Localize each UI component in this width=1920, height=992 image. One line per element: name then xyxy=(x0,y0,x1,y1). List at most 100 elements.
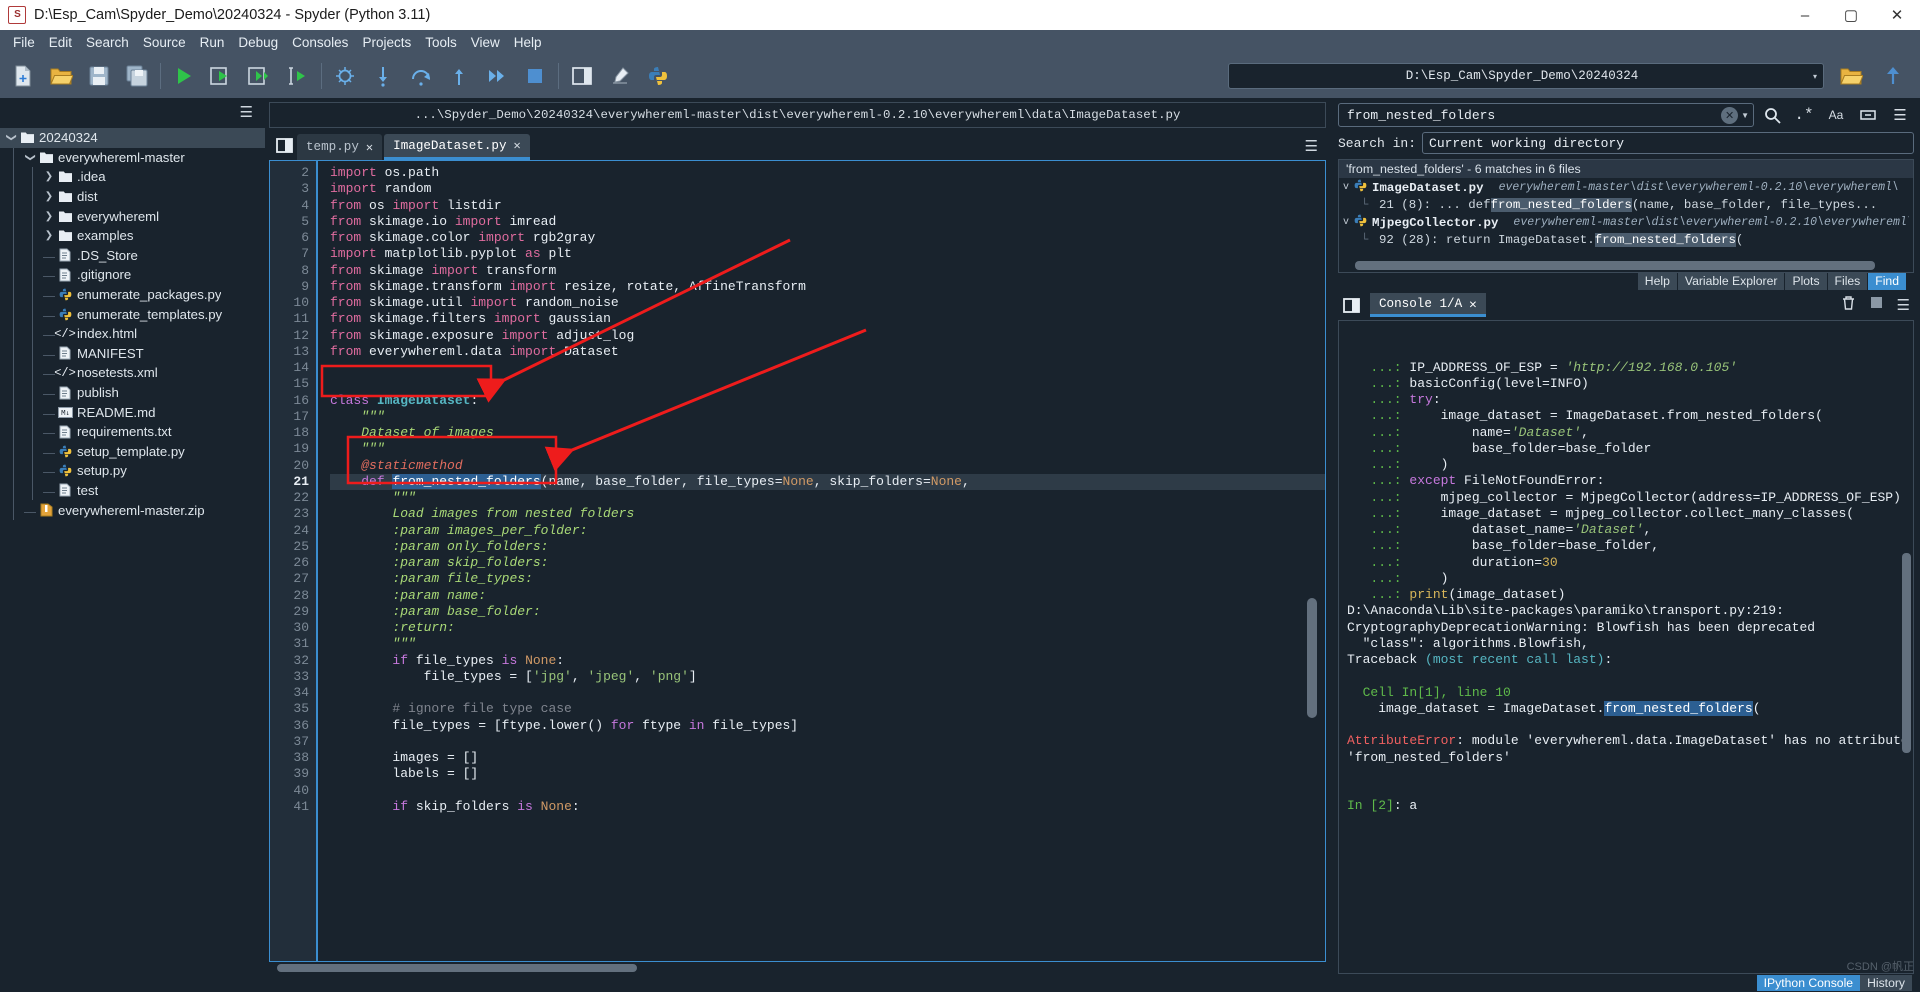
scrollbar-thumb[interactable] xyxy=(1307,598,1317,718)
tree-item-dist[interactable]: ❯ dist xyxy=(0,186,265,207)
tree-item--gitignore[interactable]: .gitignore xyxy=(0,265,265,285)
code-line[interactable] xyxy=(330,360,1325,376)
code-line[interactable]: # ignore file type case xyxy=(330,701,1325,717)
tab-help[interactable]: Help xyxy=(1637,273,1677,290)
code-line[interactable]: :param skip_folders: xyxy=(330,555,1325,571)
tree-item-readme-md[interactable]: M↓ README.md xyxy=(0,402,265,422)
preferences-icon[interactable] xyxy=(601,57,639,95)
search-in-combo[interactable]: Current working directory xyxy=(1422,132,1914,154)
tree-item-everywhereml-master-zip[interactable]: everywhereml-master.zip xyxy=(0,500,265,520)
save-all-icon[interactable] xyxy=(118,57,156,95)
menu-projects[interactable]: Projects xyxy=(355,33,418,52)
chevron-right-icon[interactable]: ❯ xyxy=(42,171,56,182)
code-line[interactable]: def from_nested_folders(name, base_folde… xyxy=(330,473,1325,490)
tree-item-nosetests-xml[interactable]: </> nosetests.xml xyxy=(0,363,265,383)
hamburger-icon[interactable]: ☰ xyxy=(240,105,253,120)
run-cell-advance-icon[interactable] xyxy=(241,57,279,95)
open-file-icon[interactable] xyxy=(42,57,80,95)
code-line[interactable]: Dataset of images xyxy=(330,425,1325,441)
code-line[interactable]: from skimage.color import rgb2gray xyxy=(330,230,1325,246)
tree-item-enumerate-templates-py[interactable]: enumerate_templates.py xyxy=(0,304,265,324)
code-line[interactable]: :return: xyxy=(330,620,1325,636)
code-line[interactable] xyxy=(330,783,1325,799)
tree-item-setup-template-py[interactable]: setup_template.py xyxy=(0,441,265,462)
tab-files[interactable]: Files xyxy=(1827,273,1868,290)
console-tab-1a[interactable]: Console 1/A ✕ xyxy=(1370,293,1486,317)
tree-item-examples[interactable]: ❯ examples xyxy=(0,225,265,246)
find-results-list[interactable]: 'from_nested_folders' - 6 matches in 6 f… xyxy=(1338,159,1914,273)
scrollbar-thumb[interactable] xyxy=(277,964,637,972)
code-line[interactable]: from skimage.io import imread xyxy=(330,214,1325,230)
tree-item-20240324[interactable]: ❯ 20240324 xyxy=(0,128,265,148)
step-over-icon[interactable] xyxy=(402,57,440,95)
menu-file[interactable]: File xyxy=(6,33,42,52)
find-toolbar[interactable]: from_nested_folders ✕ ▼ .* Aa ☰ xyxy=(1338,102,1914,128)
chevron-right-icon[interactable]: ❯ xyxy=(42,230,56,241)
whole-word-icon[interactable] xyxy=(1854,103,1882,127)
code-line[interactable]: class ImageDataset: xyxy=(330,393,1325,409)
chevron-down-icon[interactable]: ❯ xyxy=(6,131,17,145)
code-line[interactable]: from skimage.filters import gaussian xyxy=(330,311,1325,327)
code-text[interactable]: import os.path import random from os impor… xyxy=(318,161,1325,961)
editor-tab-imagedataset[interactable]: ImageDataset.py ✕ xyxy=(384,134,530,160)
find-results-horizontal-scrollbar[interactable] xyxy=(1345,261,1907,270)
code-line[interactable]: file_types = ['jpg', 'jpeg', 'png'] xyxy=(330,669,1325,685)
close-button[interactable]: ✕ xyxy=(1874,0,1920,30)
code-line[interactable]: from skimage import transform xyxy=(330,263,1325,279)
code-line[interactable]: from os import listdir xyxy=(330,198,1325,214)
tab-find[interactable]: Find xyxy=(1868,273,1906,290)
menu-tools[interactable]: Tools xyxy=(418,33,464,52)
chevron-right-icon[interactable]: ❯ xyxy=(42,211,56,222)
tree-item-setup-py[interactable]: setup.py xyxy=(0,461,265,481)
editor-tab-temp[interactable]: temp.py ✕ xyxy=(297,134,383,160)
close-icon[interactable]: ✕ xyxy=(514,138,521,153)
search-in-row[interactable]: Search in: Current working directory xyxy=(1338,131,1914,155)
chevron-down-icon[interactable]: v xyxy=(1343,217,1349,228)
remove-icon[interactable] xyxy=(1841,295,1856,316)
code-line[interactable]: Load images from nested folders xyxy=(330,506,1325,522)
code-line[interactable]: """ xyxy=(330,490,1325,506)
menu-bar[interactable]: File Edit Search Source Run Debug Consol… xyxy=(0,30,1920,54)
browse-working-dir-icon[interactable] xyxy=(1832,57,1870,95)
stop-debug-icon[interactable] xyxy=(516,57,554,95)
code-line[interactable]: from skimage.transform import resize, ro… xyxy=(330,279,1325,295)
code-line[interactable]: if skip_folders is None: xyxy=(330,799,1325,815)
find-result-file[interactable]: v ImageDataset.py everywhereml-master\di… xyxy=(1339,178,1913,197)
menu-edit[interactable]: Edit xyxy=(42,33,79,52)
menu-consoles[interactable]: Consoles xyxy=(285,33,355,52)
code-line[interactable] xyxy=(330,685,1325,701)
menu-run[interactable]: Run xyxy=(193,33,232,52)
tab-plots[interactable]: Plots xyxy=(1785,273,1827,290)
code-line[interactable]: images = [] xyxy=(330,750,1325,766)
chevron-down-icon[interactable]: v xyxy=(1343,182,1349,193)
step-return-icon[interactable] xyxy=(440,57,478,95)
working-directory-combo[interactable]: D:\Esp_Cam\Spyder_Demo\20240324 ▾ xyxy=(1228,63,1824,89)
browse-tabs-icon[interactable] xyxy=(271,130,297,160)
tree-item--ds-store[interactable]: .DS_Store xyxy=(0,245,265,266)
chevron-down-icon[interactable]: ❯ xyxy=(25,150,36,164)
right-pane-tabs[interactable]: Help Variable Explorer Plots Files Find xyxy=(1338,273,1914,290)
clear-x-icon[interactable]: ✕ xyxy=(1721,106,1739,124)
code-line[interactable]: :param base_folder: xyxy=(330,604,1325,620)
tab-history[interactable]: History xyxy=(1860,975,1912,991)
code-line[interactable]: from skimage.util import random_noise xyxy=(330,295,1325,311)
python-path-icon[interactable] xyxy=(639,57,677,95)
code-line[interactable] xyxy=(330,734,1325,750)
code-line[interactable]: if file_types is None: xyxy=(330,653,1325,669)
browse-tabs-icon[interactable] xyxy=(1338,290,1364,320)
tab-variable-explorer[interactable]: Variable Explorer xyxy=(1677,273,1785,290)
code-editor[interactable]: 2 3 4 5 6 7 8 9 10 11 12 13 14 15 16 17 18 19 20 21 22 23 24 25… xyxy=(269,160,1326,962)
parent-dir-icon[interactable] xyxy=(1874,57,1912,95)
find-search-input[interactable]: from_nested_folders ✕ ▼ xyxy=(1338,103,1754,127)
run-selection-icon[interactable] xyxy=(279,57,317,95)
code-line[interactable]: import random xyxy=(330,181,1325,197)
console-options-hamburger-icon[interactable]: ☰ xyxy=(1897,298,1910,313)
minimize-button[interactable]: – xyxy=(1782,0,1828,30)
editor-vertical-scrollbar[interactable] xyxy=(1307,223,1317,945)
tree-item-index-html[interactable]: </> index.html xyxy=(0,323,265,344)
scrollbar-thumb[interactable] xyxy=(1355,261,1875,270)
code-line[interactable]: from skimage.exposure import adjust_log xyxy=(330,328,1325,344)
find-result-file[interactable]: v MjpegCollector.py everywhereml-master\… xyxy=(1339,213,1913,232)
code-line[interactable]: import os.path xyxy=(330,165,1325,181)
close-icon[interactable]: ✕ xyxy=(366,140,373,155)
